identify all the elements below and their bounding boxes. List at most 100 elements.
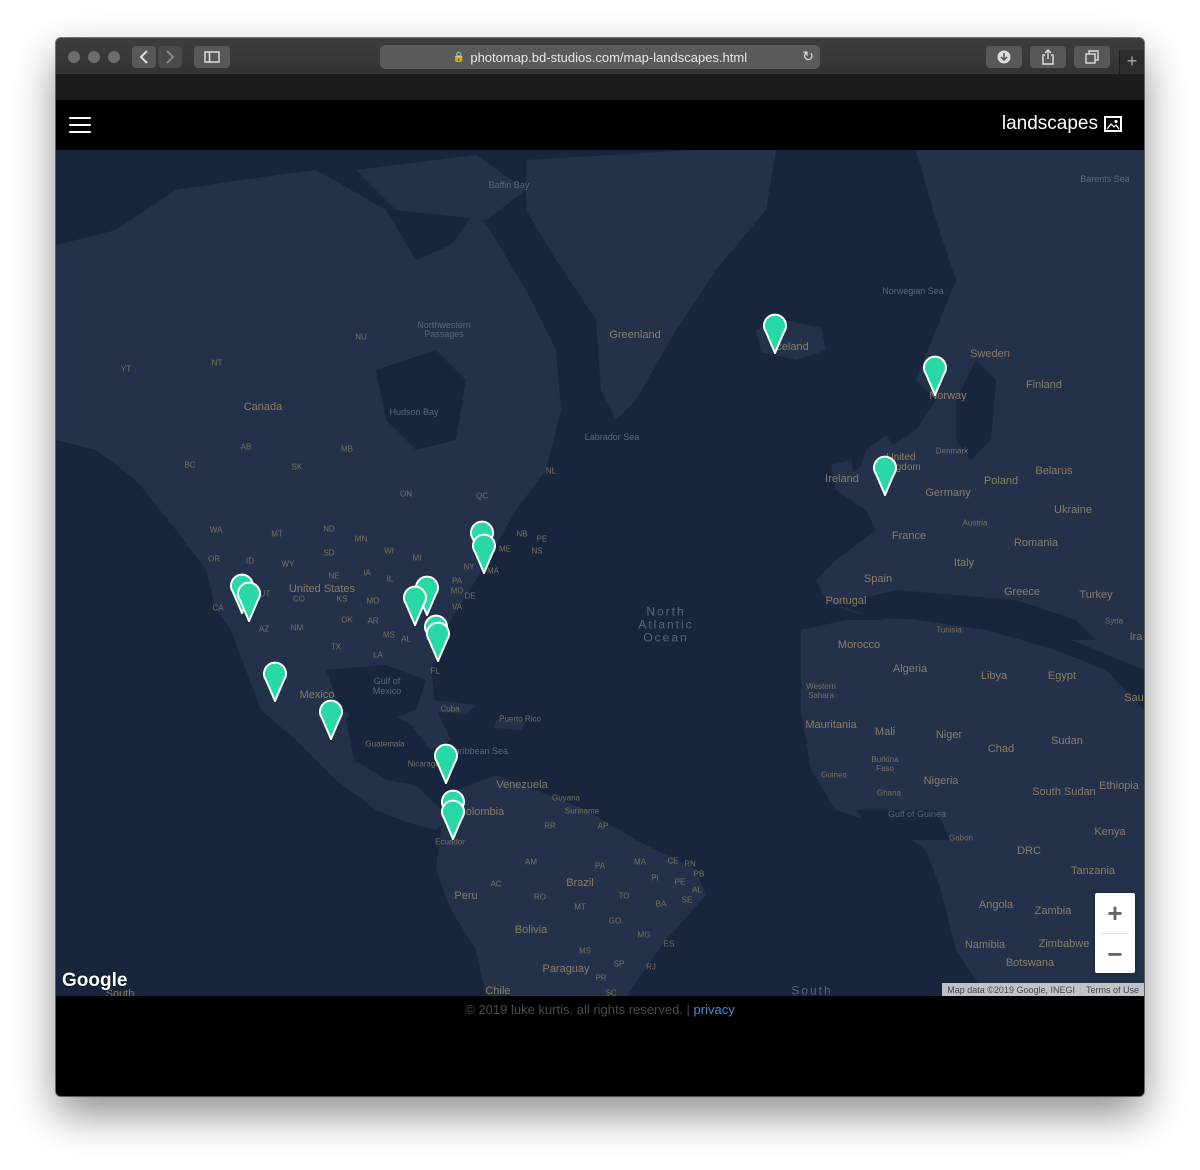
downloads-button[interactable] bbox=[986, 46, 1022, 68]
new-tab-button[interactable]: + bbox=[1119, 50, 1144, 74]
map-marker[interactable] bbox=[319, 698, 343, 742]
map-label: Namibia bbox=[964, 939, 1006, 951]
map-label: Gulf of Guinea bbox=[887, 809, 947, 819]
map-label: Ireland bbox=[825, 473, 859, 485]
terms-of-use-link[interactable]: Terms of Use bbox=[1079, 985, 1144, 995]
map-label: MS bbox=[579, 946, 591, 956]
map-label: MD bbox=[450, 586, 464, 596]
browser-titlebar: 🔒 photomap.bd-studios.com/map-landscapes… bbox=[56, 38, 1144, 75]
map-label: QC bbox=[476, 491, 488, 501]
copyright-text: © 2019 luke kurtis. all rights reserved.… bbox=[56, 1002, 1144, 1017]
menu-icon[interactable] bbox=[69, 117, 91, 133]
map-label: Kenya bbox=[1094, 826, 1126, 838]
map-label: PR bbox=[595, 973, 607, 983]
map-label: Guinea bbox=[821, 770, 847, 780]
zoom-in-button[interactable]: + bbox=[1095, 893, 1135, 933]
chevron-left-icon bbox=[139, 50, 148, 64]
map-label: ND bbox=[323, 524, 335, 534]
map-marker[interactable] bbox=[426, 620, 450, 664]
map-canvas[interactable]: Baffin Bay Barents Sea Norwegian Sea Gre… bbox=[56, 150, 1144, 996]
reload-icon[interactable]: ↻ bbox=[802, 48, 814, 65]
map-label: Algeria bbox=[892, 663, 928, 675]
map-marker[interactable] bbox=[263, 660, 287, 704]
close-window-button[interactable] bbox=[68, 51, 80, 63]
map-marker-uk[interactable] bbox=[873, 454, 897, 498]
map-label: GO bbox=[608, 916, 622, 926]
map-label: CA bbox=[212, 603, 224, 613]
minimize-window-button[interactable] bbox=[88, 51, 100, 63]
map-label: Tanzania bbox=[1070, 865, 1116, 877]
map-label: NU bbox=[355, 332, 367, 342]
map-label: Romania bbox=[1013, 537, 1059, 549]
map-marker[interactable] bbox=[237, 580, 261, 624]
map-marker[interactable] bbox=[472, 532, 496, 576]
map-label: Cuba bbox=[440, 704, 460, 714]
map-label: Italy bbox=[953, 557, 975, 569]
tabs-overview-button[interactable] bbox=[1074, 46, 1110, 68]
map-label: MN bbox=[354, 534, 368, 544]
map-label: Libya bbox=[980, 670, 1008, 682]
map-label: SD bbox=[323, 548, 335, 558]
map-label: YT bbox=[120, 364, 132, 374]
zoom-window-button[interactable] bbox=[108, 51, 120, 63]
zoom-control: + − bbox=[1095, 893, 1135, 973]
map-label: AL bbox=[692, 885, 702, 895]
map-label: Northwestern Passages bbox=[417, 320, 471, 339]
map-label: South bbox=[791, 983, 833, 996]
site-brand[interactable]: landscapes bbox=[1002, 113, 1122, 135]
map-label: Botswana bbox=[1005, 957, 1055, 969]
forward-button[interactable] bbox=[158, 46, 182, 68]
site-footer: © 2019 luke kurtis. all rights reserved.… bbox=[56, 996, 1144, 1096]
map-label: Greece bbox=[1003, 586, 1041, 598]
map-label: LA bbox=[373, 650, 383, 660]
map-label: Greenland bbox=[609, 329, 661, 341]
map-label: Norwegian Sea bbox=[882, 286, 944, 296]
map-label: Denmark bbox=[935, 446, 969, 456]
map-marker-norway[interactable] bbox=[923, 354, 947, 398]
map-label: Guyana bbox=[551, 793, 581, 803]
download-icon bbox=[997, 50, 1011, 64]
map-label: SP bbox=[613, 959, 625, 969]
map-marker[interactable] bbox=[434, 742, 458, 786]
share-button[interactable] bbox=[1030, 46, 1066, 68]
brand-title: landscapes bbox=[1001, 113, 1098, 134]
lock-icon: 🔒 bbox=[452, 51, 466, 63]
back-button[interactable] bbox=[132, 46, 156, 68]
map-label: RN bbox=[684, 859, 696, 869]
map-label: Paraguay bbox=[542, 963, 590, 975]
map-label: Turkey bbox=[1079, 589, 1113, 601]
map-label: CE bbox=[667, 856, 679, 866]
map-label: MO bbox=[366, 596, 380, 606]
google-logo[interactable]: Google bbox=[62, 970, 127, 992]
map-label: IA bbox=[363, 568, 371, 578]
privacy-link[interactable]: privacy bbox=[694, 1002, 735, 1017]
map-label: NS bbox=[531, 546, 543, 556]
map-label: Chad bbox=[987, 743, 1015, 755]
map-label: MA bbox=[634, 857, 646, 867]
map-label: Zimbabwe bbox=[1038, 938, 1090, 950]
map-label: France bbox=[891, 530, 927, 542]
map-marker[interactable] bbox=[441, 798, 465, 842]
map-label: OK bbox=[341, 615, 353, 625]
sidebar-toggle-button[interactable] bbox=[194, 46, 230, 68]
map-label: ES bbox=[663, 939, 675, 949]
map-label: Hudson Bay bbox=[389, 407, 439, 417]
map-label: NE bbox=[328, 571, 340, 581]
map-label: KS bbox=[336, 594, 348, 604]
map-label: SE bbox=[681, 895, 693, 905]
address-bar[interactable]: 🔒 photomap.bd-studios.com/map-landscapes… bbox=[380, 45, 820, 69]
url-text: photomap.bd-studios.com/map-landscapes.h… bbox=[470, 49, 748, 65]
map-label: BA bbox=[655, 899, 667, 909]
sidebar-icon bbox=[204, 51, 220, 63]
map-label: Mali bbox=[874, 726, 896, 738]
map-label: Mauritania bbox=[805, 719, 857, 731]
map-label: Canada bbox=[243, 401, 283, 413]
map-marker-iceland[interactable] bbox=[763, 312, 787, 356]
map-label: Ira bbox=[1129, 631, 1143, 643]
zoom-out-button[interactable]: − bbox=[1095, 934, 1135, 974]
map-label: Peru bbox=[454, 890, 478, 902]
map-label: MT bbox=[574, 902, 586, 912]
map-label: DE bbox=[464, 591, 476, 601]
map-label: Western Sahara bbox=[806, 682, 836, 700]
map-label: Chile bbox=[485, 985, 511, 996]
